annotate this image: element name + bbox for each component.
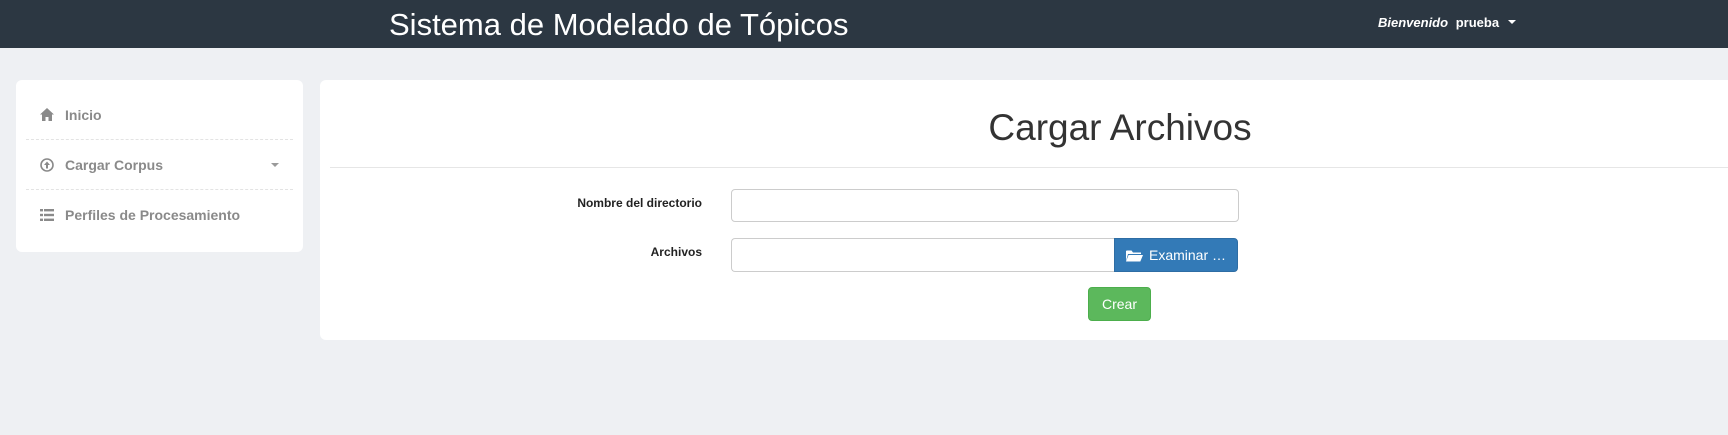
sidebar-item-cargar-corpus[interactable]: Cargar Corpus xyxy=(26,140,293,190)
home-icon xyxy=(39,107,55,123)
list-icon xyxy=(39,207,55,223)
browse-label: Examinar … xyxy=(1148,247,1227,263)
sidebar-item-inicio[interactable]: Inicio xyxy=(26,90,293,140)
sidebar-item-label: Cargar Corpus xyxy=(65,156,164,173)
chevron-down-icon xyxy=(1507,20,1516,24)
page-title: Cargar Archivos xyxy=(988,107,1252,148)
title-divider xyxy=(330,167,1728,168)
files-label: Archivos xyxy=(650,245,702,259)
folder-open-icon xyxy=(1125,249,1143,262)
username: prueba xyxy=(1455,15,1500,30)
sidebar-item-label: Inicio xyxy=(65,106,102,123)
user-menu-dropdown[interactable]: Bienvenido prueba xyxy=(1378,14,1516,32)
sidebar-item-perfiles[interactable]: Perfiles de Procesamiento xyxy=(26,190,293,240)
app-title[interactable]: Sistema de Modelado de Tópicos xyxy=(389,6,849,44)
sidebar-item-label: Perfiles de Procesamiento xyxy=(65,207,241,223)
chevron-down-icon xyxy=(271,163,279,167)
welcome-text: Bienvenido xyxy=(1378,15,1449,30)
file-caption-input[interactable] xyxy=(731,238,1114,272)
top-navbar: Sistema de Modelado de Tópicos Bienvenid… xyxy=(0,0,1728,48)
directory-name-input[interactable] xyxy=(731,189,1239,222)
browse-button[interactable]: Examinar … xyxy=(1114,238,1238,272)
file-picker: Examinar … xyxy=(731,238,1238,272)
create-button[interactable]: Crear xyxy=(1088,287,1151,321)
upload-circle-icon xyxy=(39,157,55,173)
sidebar: Inicio Cargar Corpus Perfiles de Procesa… xyxy=(16,80,303,252)
directory-label: Nombre del directorio xyxy=(577,196,702,210)
